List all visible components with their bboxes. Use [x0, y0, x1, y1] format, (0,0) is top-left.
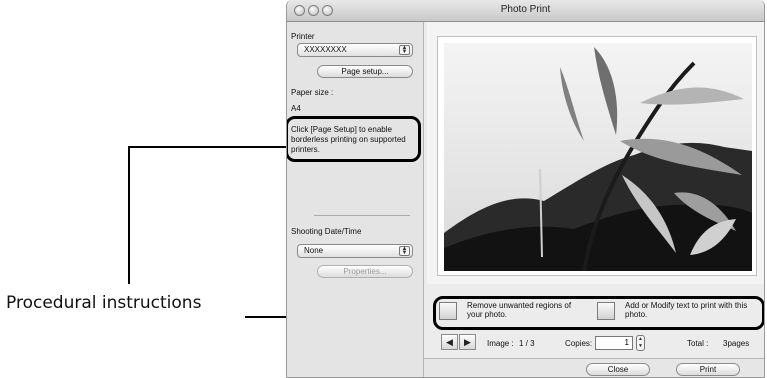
paper-size-label: Paper size :	[291, 88, 334, 97]
image-label: Image :	[487, 339, 514, 348]
printer-label: Printer	[291, 32, 315, 41]
print-button[interactable]: Print	[676, 363, 740, 376]
printer-select-value: XXXXXXXX	[304, 45, 347, 54]
image-value: 1 / 3	[519, 339, 535, 348]
settings-sidebar: Printer XXXXXXXX ▲ ▼ Page setup... Paper …	[287, 22, 424, 377]
callout-line-vertical	[128, 146, 130, 284]
copies-input[interactable]: 1	[595, 336, 633, 350]
copies-stepper[interactable]: ▲ ▼	[636, 335, 645, 351]
callout-line-top	[128, 146, 286, 148]
close-button[interactable]: Close	[586, 363, 650, 376]
next-arrow-icon[interactable]: ▶	[459, 334, 476, 350]
printer-select[interactable]: XXXXXXXX ▲ ▼	[297, 43, 413, 57]
photo-image	[444, 43, 752, 271]
hint-highlight	[287, 116, 421, 162]
total-value: 3pages	[723, 339, 750, 348]
total-label: Total :	[687, 339, 709, 348]
popup-arrows-icon: ▲ ▼	[399, 246, 410, 256]
popup-arrows-icon: ▲ ▼	[399, 45, 410, 55]
photo-print-window: Photo Print Printer XXXXXXXX ▲ ▼ Page set…	[286, 0, 765, 378]
bottom-bar: Close Print	[424, 358, 764, 377]
photo-preview-pane	[427, 22, 764, 284]
callout-label: Procedural instructions	[6, 293, 202, 313]
copies-label: Copies:	[565, 339, 593, 348]
properties-button[interactable]: Properties...	[317, 265, 413, 278]
window-title: Photo Print	[500, 4, 551, 15]
prev-arrow-icon[interactable]: ◀	[441, 334, 458, 350]
paper-preview	[437, 36, 757, 276]
paper-size-value: A4	[291, 104, 301, 113]
page-setup-button[interactable]: Page setup...	[317, 65, 413, 78]
shooting-date-value: None	[304, 246, 324, 255]
shooting-date-label: Shooting Date/Time	[291, 227, 362, 236]
tools-highlight	[433, 296, 764, 330]
title-bar: Photo Print	[287, 0, 764, 22]
shooting-date-select[interactable]: None ▲ ▼	[297, 244, 413, 258]
separator	[314, 215, 410, 216]
navigation-bar: ◀ ▶ Image : 1 / 3 Copies: 1 ▲ ▼ Total : 3…	[427, 332, 764, 354]
